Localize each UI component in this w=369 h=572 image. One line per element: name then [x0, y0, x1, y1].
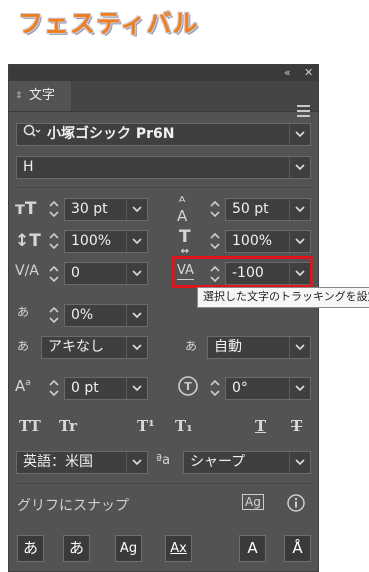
rotation-icon: T: [177, 375, 199, 401]
search-icon: [23, 124, 41, 145]
chevron-down-icon[interactable]: [126, 199, 147, 220]
glyph-options-icon[interactable]: Ag: [242, 494, 264, 510]
stepper-icon[interactable]: [48, 305, 60, 325]
font-family-value: 小塚ゴシック Pr6N: [47, 126, 175, 142]
font-size-field[interactable]: 30 pt: [64, 198, 148, 221]
baseline-shift-field[interactable]: 0 pt: [64, 377, 148, 400]
chevron-down-icon[interactable]: [126, 263, 147, 284]
vertical-scale-value: 100%: [71, 233, 112, 249]
tab-character[interactable]: ⇕ 文字: [9, 81, 71, 111]
baseline-shift-value: 0 pt: [71, 380, 99, 396]
panel-menu-icon[interactable]: [297, 105, 310, 117]
stepper-icon[interactable]: [48, 199, 60, 219]
chevron-down-icon[interactable]: [126, 452, 147, 473]
leading-value: 50 pt: [232, 201, 269, 217]
chevron-down-icon[interactable]: [126, 337, 147, 358]
chevron-down-icon[interactable]: [289, 231, 310, 252]
divider: [17, 483, 312, 484]
vertical-scale-field[interactable]: 100%: [64, 230, 148, 253]
subscript-button[interactable]: T₁: [175, 417, 193, 435]
aki-right-dropdown[interactable]: 自動: [207, 336, 311, 359]
tab-bar: ⇕ 文字: [9, 81, 318, 117]
tab-reorder-icon: ⇕: [15, 91, 23, 101]
font-style-dropdown[interactable]: H: [16, 156, 311, 179]
stepper-icon[interactable]: [48, 231, 60, 251]
chevron-down-icon[interactable]: [126, 378, 147, 399]
stepper-icon[interactable]: [209, 199, 221, 219]
vertical-scale-icon: ↕T: [15, 231, 41, 251]
snap-angular-guides-button[interactable]: A: [239, 535, 266, 562]
snap-x-height-button[interactable]: あ: [63, 535, 90, 562]
snap-proximity-guides-button[interactable]: Ax: [165, 535, 192, 562]
chevron-down-icon[interactable]: [126, 231, 147, 252]
font-size-value: 30 pt: [71, 201, 108, 217]
small-caps-button[interactable]: Tr: [59, 417, 77, 435]
snap-anchor-point-button[interactable]: Å: [284, 535, 311, 562]
stepper-icon[interactable]: [209, 378, 221, 398]
language-dropdown[interactable]: 英語：米国: [16, 451, 148, 474]
aki-right-value: 自動: [214, 339, 242, 355]
font-family-dropdown[interactable]: 小塚ゴシック Pr6N: [16, 123, 311, 146]
chevron-down-icon[interactable]: [289, 378, 310, 399]
tsume-value: 0%: [71, 307, 94, 323]
banner-title: フェスティバル: [18, 9, 199, 38]
all-caps-button[interactable]: TT: [19, 417, 41, 435]
chevron-down-icon[interactable]: [289, 199, 310, 220]
leading-icon: ᴬA: [177, 193, 188, 225]
tsume-field[interactable]: 0%: [64, 304, 148, 327]
horizontal-scale-field[interactable]: 100%: [225, 230, 311, 253]
collapse-icon[interactable]: «: [284, 65, 291, 81]
font-style-value: H: [23, 159, 34, 175]
character-panel: « ✕ ⇕ 文字 小塚ゴシック Pr6N H ᴛT 30 pt ᴬA 50 pt…: [8, 64, 319, 572]
divider: [17, 187, 312, 188]
chevron-down-icon[interactable]: [289, 337, 310, 358]
aki-left-dropdown[interactable]: アキなし: [41, 336, 148, 359]
close-icon[interactable]: ✕: [304, 65, 313, 81]
aki-left-value: アキなし: [48, 339, 104, 355]
chevron-down-icon[interactable]: [126, 305, 147, 326]
aki-left-icon: あ: [17, 339, 30, 353]
antialias-dropdown[interactable]: シャープ: [183, 451, 311, 474]
kerning-field[interactable]: 0: [64, 262, 148, 285]
kerning-icon: V/A: [15, 263, 39, 279]
snap-baseline-button[interactable]: あ: [17, 535, 44, 562]
underline-button[interactable]: T: [255, 417, 266, 435]
baseline-shift-icon: Aa: [15, 377, 31, 395]
tab-label: 文字: [29, 88, 56, 103]
leading-field[interactable]: 50 pt: [225, 198, 311, 221]
rotation-value: 0°: [232, 380, 248, 396]
panel-title-bar: « ✕: [9, 65, 318, 81]
tracking-highlight-box: [172, 256, 313, 288]
kerning-value: 0: [71, 265, 80, 281]
chevron-down-icon[interactable]: [289, 157, 310, 178]
snap-to-glyph-label: グリフにスナップ: [17, 498, 129, 514]
font-size-icon: ᴛT: [15, 199, 37, 219]
chevron-down-icon[interactable]: [289, 452, 310, 473]
stepper-icon[interactable]: [48, 264, 60, 284]
superscript-button[interactable]: T¹: [137, 417, 155, 435]
tracking-tooltip: 選択した文字のトラッキングを設定: [197, 287, 369, 308]
horizontal-scale-value: 100%: [232, 233, 273, 249]
stepper-icon[interactable]: [48, 378, 60, 398]
svg-text:T: T: [184, 380, 192, 393]
strikethrough-button[interactable]: T: [291, 417, 302, 435]
chevron-down-icon[interactable]: [289, 124, 310, 145]
tsume-icon: あ: [17, 305, 30, 319]
language-value: 英語：米国: [23, 454, 93, 470]
snap-glyph-bounds-button[interactable]: Ag: [115, 535, 142, 562]
stepper-icon[interactable]: [209, 231, 221, 251]
info-icon[interactable]: [287, 494, 305, 516]
aki-right-icon: あ: [185, 339, 198, 353]
antialias-value: シャープ: [190, 454, 246, 470]
antialias-icon: ªa: [156, 453, 171, 468]
rotation-field[interactable]: 0°: [225, 377, 311, 400]
